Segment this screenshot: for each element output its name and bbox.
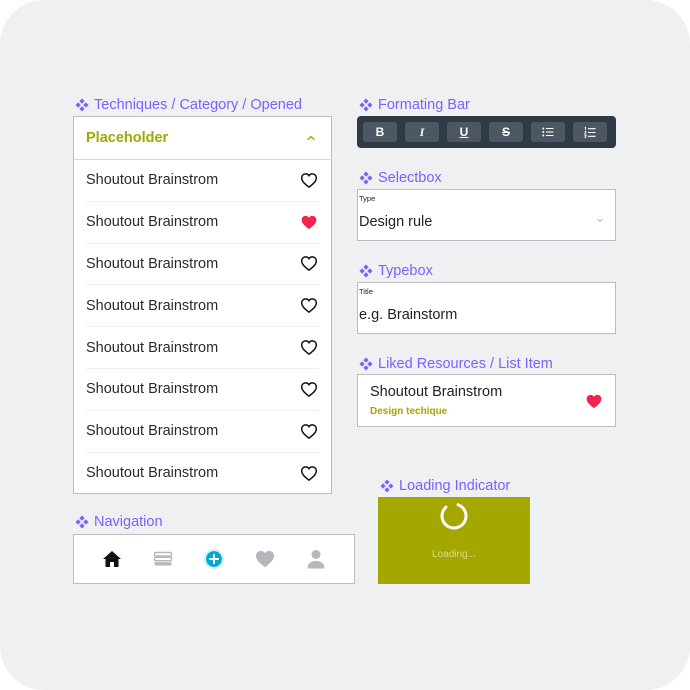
list-item-label: Shoutout Brainstrom <box>86 214 219 231</box>
heart-outline-icon[interactable] <box>301 340 317 356</box>
list-item[interactable]: Shoutout Brainstrom <box>86 202 319 244</box>
list-item-label: Shoutout Brainstrom <box>86 381 219 398</box>
strikethrough-button[interactable]: S <box>489 122 523 142</box>
numbered-list-icon <box>584 126 596 138</box>
list-item[interactable]: Shoutout Brainstrom <box>86 411 319 453</box>
section-title-text: Techniques / Category / Opened <box>94 97 302 113</box>
heart-outline-icon[interactable] <box>301 256 317 272</box>
canvas-background: Techniques / Category / Opened Placehold… <box>0 0 690 690</box>
list-item-label: Shoutout Brainstrom <box>86 297 219 314</box>
component-diamond-icon <box>359 171 373 185</box>
profile-icon[interactable] <box>305 548 327 570</box>
section-title-text: Formating Bar <box>378 97 470 113</box>
numbered-list-button[interactable] <box>573 122 607 142</box>
add-icon[interactable] <box>203 548 225 570</box>
list-item[interactable]: Shoutout Brainstrom <box>86 369 319 411</box>
list-item[interactable]: Shoutout Brainstrom <box>86 285 319 328</box>
section-title-text: Loading Indicator <box>399 478 511 494</box>
home-icon[interactable] <box>101 548 123 570</box>
techniques-list: Placeholder Shoutout Brainstrom Shoutout … <box>73 116 332 494</box>
list-item-label: Shoutout Brainstrom <box>86 465 219 482</box>
loading-text: Loading... <box>432 549 476 560</box>
section-title-text: Liked Resources / List Item <box>378 356 553 372</box>
bottom-navigation <box>73 534 355 584</box>
heart-icon[interactable] <box>254 548 276 570</box>
section-title-selectbox: Selectbox <box>359 170 442 186</box>
heart-filled-icon[interactable] <box>586 394 602 409</box>
italic-icon: I <box>419 124 425 139</box>
liked-resource-item[interactable]: Shoutout Brainstrom Design techique <box>357 374 616 427</box>
type-select-value: Design rule <box>359 214 433 230</box>
loading-indicator: Loading... <box>378 497 530 584</box>
list-item-label: Shoutout Brainstrom <box>86 339 219 356</box>
type-select-label: Type <box>359 194 376 203</box>
underline-button[interactable]: U <box>447 122 481 142</box>
library-icon[interactable] <box>152 548 174 570</box>
list-item-label: Shoutout Brainstrom <box>86 423 219 440</box>
section-title-text: Navigation <box>94 514 163 530</box>
component-diamond-icon <box>75 98 89 112</box>
liked-item-title: Shoutout Brainstrom <box>370 384 503 400</box>
section-title-navigation: Navigation <box>75 514 163 530</box>
liked-item-subtitle: Design techique <box>370 406 448 417</box>
list-item[interactable]: Shoutout Brainstrom <box>86 244 319 286</box>
section-title-liked: Liked Resources / List Item <box>359 356 553 372</box>
heart-outline-icon[interactable] <box>301 423 317 439</box>
list-item-label: Shoutout Brainstrom <box>86 172 219 189</box>
section-title-text: Selectbox <box>378 170 442 186</box>
list-item[interactable]: Shoutout Brainstrom <box>86 327 319 369</box>
section-title-text: Typebox <box>378 263 433 279</box>
heart-outline-icon[interactable] <box>301 298 317 314</box>
component-diamond-icon <box>75 515 89 529</box>
component-diamond-icon <box>380 479 394 493</box>
list-item-label: Shoutout Brainstrom <box>86 255 219 272</box>
component-diamond-icon <box>359 264 373 278</box>
bold-button[interactable]: B <box>363 122 397 142</box>
heart-outline-icon[interactable] <box>301 466 317 481</box>
heart-filled-icon[interactable] <box>301 215 317 230</box>
title-input-label: Title <box>359 287 373 296</box>
title-input[interactable]: Title e.g. Brainstorm <box>357 282 616 334</box>
heart-outline-icon[interactable] <box>301 381 317 397</box>
section-title-typebox: Typebox <box>359 263 433 279</box>
bullet-list-icon <box>542 127 554 137</box>
list-item[interactable]: Shoutout Brainstrom <box>86 160 319 202</box>
formatting-toolbar: B I U S <box>357 116 616 148</box>
section-title-techniques: Techniques / Category / Opened <box>75 97 302 113</box>
component-diamond-icon <box>359 98 373 112</box>
italic-button[interactable]: I <box>405 122 439 142</box>
chevron-down-icon <box>597 218 603 223</box>
category-header[interactable]: Placeholder <box>74 117 331 160</box>
category-placeholder: Placeholder <box>86 130 169 146</box>
heart-outline-icon[interactable] <box>301 172 317 188</box>
underline-icon: U <box>459 125 469 139</box>
strikethrough-icon: S <box>501 125 510 139</box>
title-input-placeholder: e.g. Brainstorm <box>359 307 458 323</box>
spinner-icon <box>440 502 468 530</box>
component-diamond-icon <box>359 357 373 371</box>
bold-icon: B <box>375 125 385 139</box>
section-title-formatting: Formating Bar <box>359 97 470 113</box>
type-select[interactable]: Type Design rule <box>357 189 616 241</box>
bullet-list-button[interactable] <box>531 122 565 142</box>
chevron-up-icon[interactable] <box>305 132 317 144</box>
section-title-loading: Loading Indicator <box>380 478 510 494</box>
list-item[interactable]: Shoutout Brainstrom <box>86 453 319 495</box>
